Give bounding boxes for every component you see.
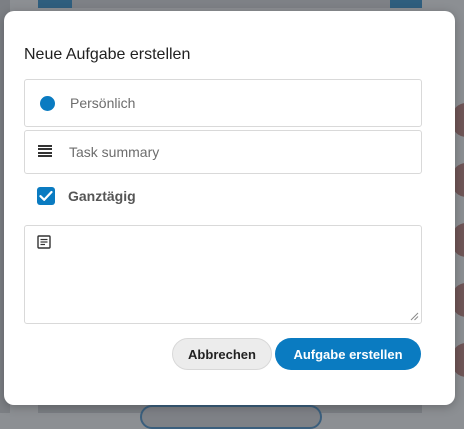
summary-lines-icon [38, 145, 52, 157]
create-task-button[interactable]: Aufgabe erstellen [275, 338, 421, 370]
checkmark-icon [39, 190, 53, 201]
summary-input[interactable] [69, 142, 399, 162]
background-header-edge [38, 0, 422, 8]
summary-field[interactable] [24, 130, 422, 174]
description-textarea[interactable] [61, 232, 415, 314]
calendar-color-dot [40, 96, 55, 111]
calendar-select[interactable]: Persönlich [24, 79, 422, 127]
dialog-title: Neue Aufgabe erstellen [24, 46, 191, 63]
notes-icon [37, 235, 51, 249]
description-field[interactable] [24, 225, 422, 324]
all-day-checkbox[interactable] [37, 187, 55, 205]
background-header-block [38, 0, 72, 8]
new-task-dialog: Neue Aufgabe erstellen Persönlich Ganztä… [4, 11, 455, 405]
all-day-label[interactable]: Ganztägig [68, 188, 136, 204]
cancel-button[interactable]: Abbrechen [172, 338, 272, 370]
background-pill-button [140, 405, 322, 429]
resize-grip-icon[interactable] [410, 312, 419, 321]
background-header-block [390, 0, 422, 8]
calendar-label: Persönlich [70, 95, 136, 111]
